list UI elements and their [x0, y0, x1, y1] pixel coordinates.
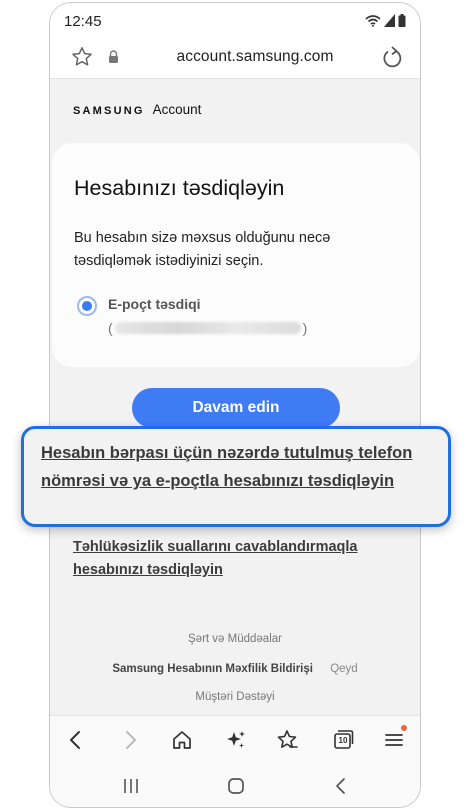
forward-icon[interactable] — [118, 728, 142, 752]
menu-icon[interactable] — [382, 728, 406, 752]
back-icon[interactable] — [64, 728, 88, 752]
tabs-icon[interactable]: 10 — [330, 728, 354, 752]
battery-icon — [398, 14, 406, 27]
continue-button[interactable]: Davam edin — [132, 388, 340, 428]
status-bar: 12:45 — [50, 3, 420, 39]
bookmarks-star-icon[interactable] — [275, 728, 299, 752]
tabs-count: 10 — [338, 736, 348, 745]
bookmark-star-icon[interactable] — [70, 45, 94, 69]
notification-dot — [401, 725, 407, 731]
privacy-notice-link[interactable]: Samsung Hesabının Məxfilik Bildirişi — [112, 663, 313, 675]
system-nav-bar — [50, 763, 420, 807]
email-verification-label[interactable]: E-poçt təsdiqi — [108, 296, 201, 312]
masked-email: ( ) — [108, 320, 307, 336]
browser-toolbar: 10 — [50, 715, 420, 763]
email-open-paren: ( — [108, 320, 113, 336]
phone-frame: 12:45 account.samsung.com SAMSUNG Accoun… — [49, 2, 421, 808]
notes-link[interactable]: Qeyd — [330, 663, 358, 675]
home-icon[interactable] — [170, 728, 194, 752]
browser-address-bar: account.samsung.com — [50, 39, 420, 79]
page-title: Hesabınızı təsdiqləyin — [74, 176, 285, 200]
verification-card: Hesabınızı təsdiqləyin Bu hesabın sizə m… — [52, 143, 420, 367]
footer-row: Samsung Hesabının Məxfilik Bildirişi Qey… — [50, 663, 420, 675]
email-close-paren: ) — [302, 320, 308, 336]
ai-sparkle-icon[interactable] — [224, 728, 248, 752]
back-nav-icon[interactable] — [329, 774, 353, 798]
reload-icon[interactable] — [380, 45, 404, 71]
lock-icon — [109, 50, 118, 63]
highlighted-recovery-option: Hesabın bərpası üçün nəzərdə tutulmuş te… — [21, 426, 451, 527]
home-nav-icon[interactable] — [224, 774, 248, 798]
brand-account: Account — [152, 102, 202, 117]
wifi-icon — [365, 15, 381, 27]
status-time: 12:45 — [64, 13, 102, 30]
page-content: SAMSUNG Account Hesabınızı təsdiqləyin B… — [50, 80, 420, 715]
recovery-contact-link[interactable]: Hesabın bərpası üçün nəzərdə tutulmuş te… — [41, 439, 421, 495]
brand-samsung: SAMSUNG — [73, 105, 145, 117]
status-icons — [365, 14, 406, 27]
url-text[interactable]: account.samsung.com — [145, 48, 365, 66]
signal-icon — [384, 14, 395, 27]
card-description: Bu hesabın sizə məxsus olduğunu necə təs… — [74, 230, 331, 269]
security-questions-link[interactable]: Təhlükəsizlik suallarını cavablandırmaql… — [73, 536, 373, 582]
terms-link[interactable]: Şərt və Müddəalar — [50, 633, 420, 645]
blurred-email-address — [114, 322, 301, 334]
samsung-account-logo: SAMSUNG Account — [73, 102, 201, 117]
customer-support-link[interactable]: Müştəri Dəstəyi — [50, 691, 420, 703]
email-verification-radio[interactable] — [77, 296, 97, 316]
recent-apps-icon[interactable] — [119, 774, 143, 798]
